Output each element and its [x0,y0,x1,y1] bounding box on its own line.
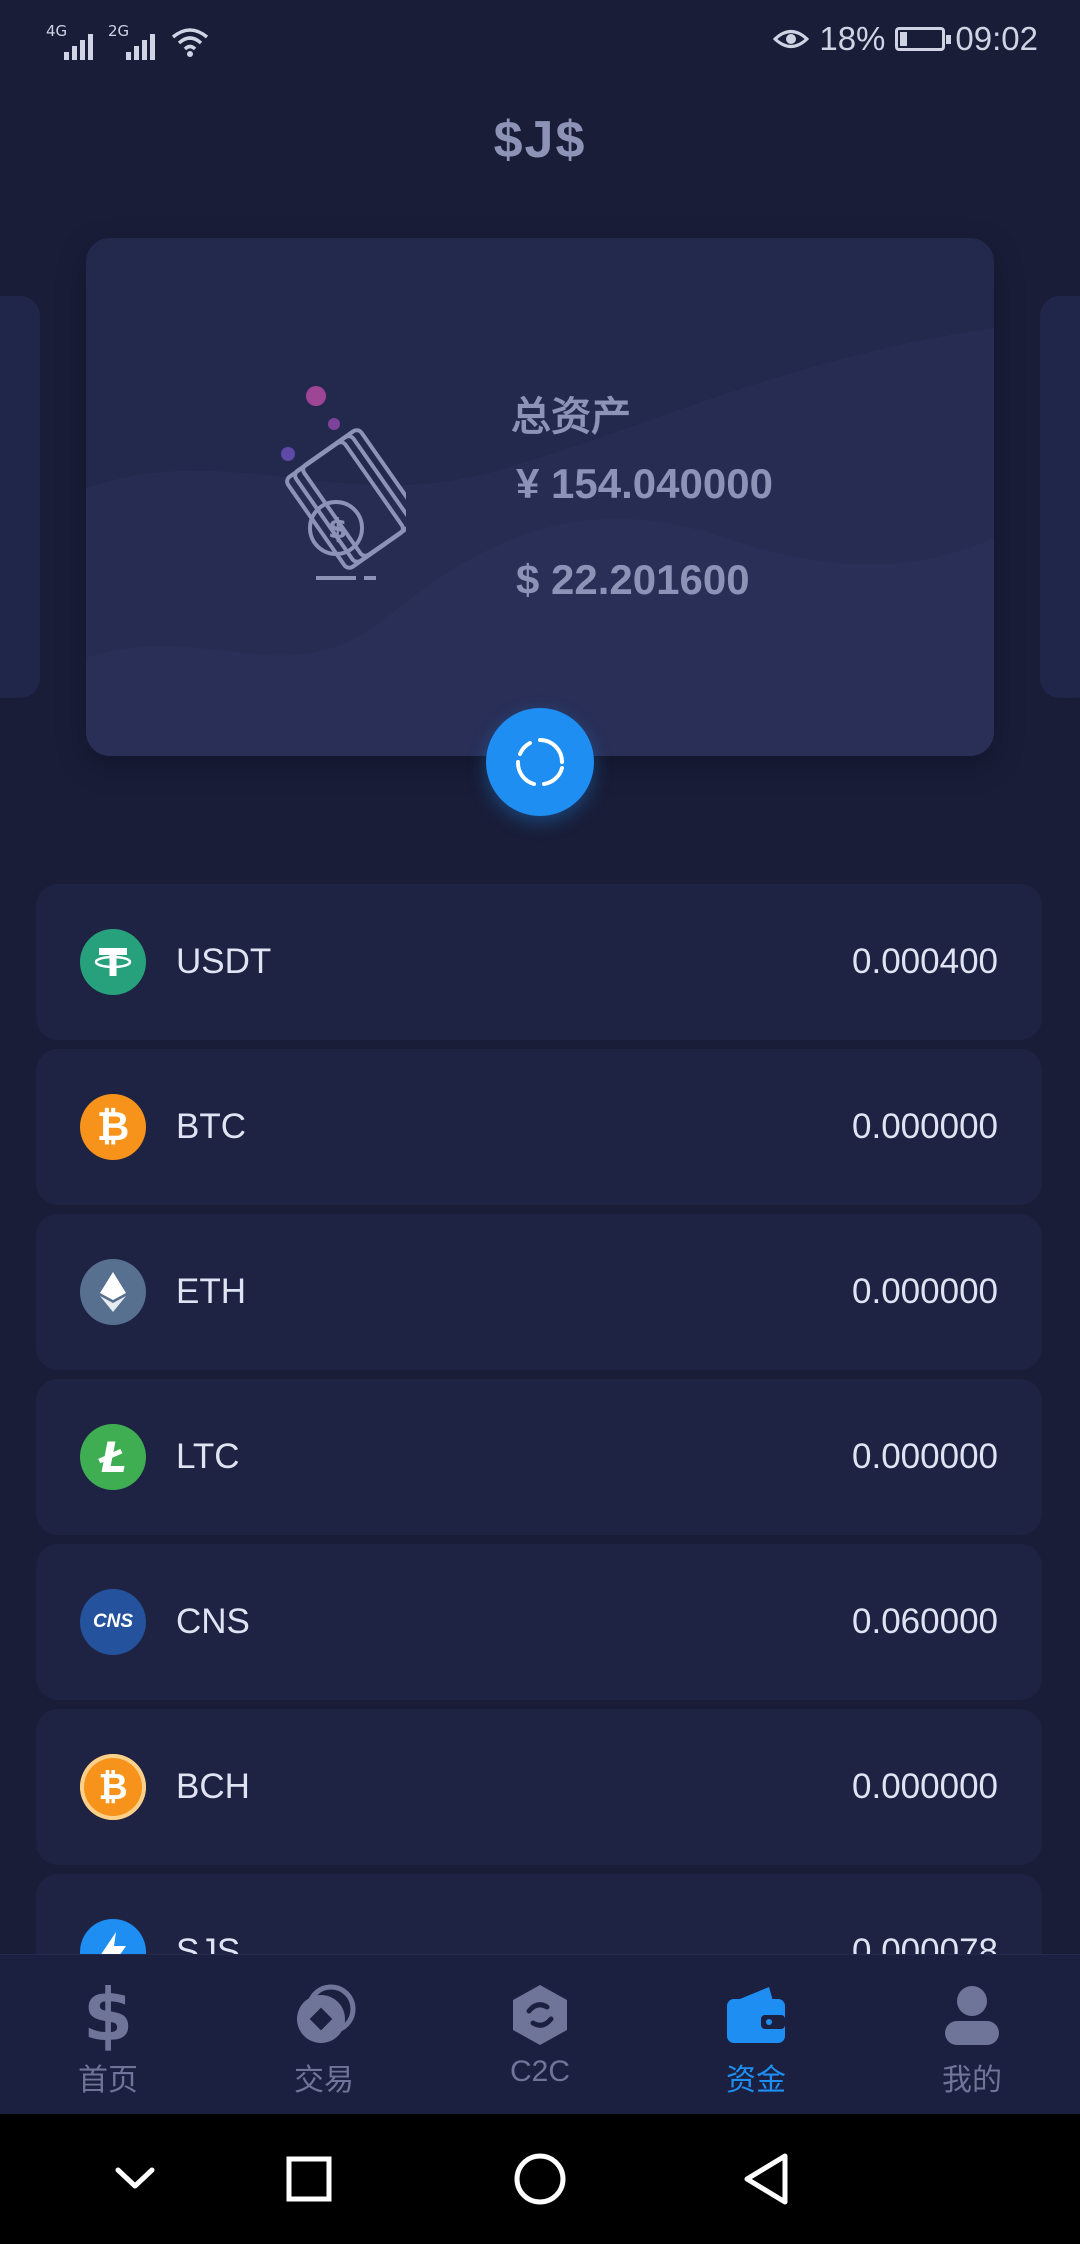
asset-balance: 0.000400 [852,942,998,981]
asset-row-eth[interactable]: ETH 0.000000 [36,1214,1042,1370]
total-assets-title: 总资产 [511,395,631,439]
system-nav-bar [0,2114,1080,2244]
bitcoin-cash-icon: ₿ [80,1754,146,1820]
status-bar: 4G 2G 18% 09:02 [0,0,1080,86]
wallet-illustration-icon: $ [281,386,406,580]
asset-name: LTC [176,1437,240,1476]
clock: 09:02 [955,20,1038,57]
ethereum-icon [80,1259,146,1325]
tether-icon [80,929,146,995]
cell-signal-icon: 4G [46,22,98,62]
tab-label: 资金 [726,2064,786,2097]
prev-card-peek[interactable] [0,296,40,698]
total-assets-card[interactable]: $ 总资产 ¥ 154.040000 $ 22.201600 [86,238,994,756]
dollar-icon: $ [82,1973,134,2057]
bottom-tab-bar: $ 首页 交易 C2C 资金 我的 [0,1954,1080,2115]
battery-percent: 18% [819,20,886,57]
refresh-button[interactable] [486,708,594,816]
home-circle-icon[interactable] [505,2144,575,2214]
next-card-peek[interactable] [1040,296,1080,698]
asset-balance: 0.000000 [852,1437,998,1476]
cell-signal-icon-2: 2G [108,22,160,62]
recent-apps-icon[interactable] [274,2144,344,2214]
tab-funds[interactable]: 资金 [648,1955,864,2115]
svg-text:$: $ [328,512,347,545]
c2c-icon [513,1985,567,2045]
asset-name: CNS [176,1602,250,1641]
asset-balance: 0.000078 [852,1932,998,1954]
asset-list[interactable]: USDT 0.000400 ₿ BTC 0.000000 ETH 0.00000… [36,884,1042,1954]
asset-name: ETH [176,1272,246,1311]
chevron-down-icon[interactable] [100,2144,170,2214]
asset-name: BCH [176,1767,250,1806]
trade-icon [297,1984,356,2043]
total-usd-value: $ 22.201600 [516,556,750,603]
bitcoin-icon: ₿ [80,1094,146,1160]
tab-label: 我的 [942,2064,1002,2097]
wifi-icon [171,28,209,57]
wallet-icon [727,1987,785,2043]
asset-row-btc[interactable]: ₿ BTC 0.000000 [36,1049,1042,1205]
status-right: 18% 09:02 [773,20,1038,58]
lightning-icon [80,1919,146,1954]
asset-row-cns[interactable]: CNS CNS 0.060000 [36,1544,1042,1700]
tab-trade[interactable]: 交易 [216,1955,432,2115]
user-icon [945,1986,999,2045]
tab-label: 交易 [294,2064,354,2097]
asset-name: BTC [176,1107,246,1146]
litecoin-icon: Ł [80,1424,146,1490]
tab-label: C2C [509,2055,570,2088]
cns-icon: CNS [80,1589,146,1655]
tab-mine[interactable]: 我的 [864,1955,1080,2115]
asset-row-sjs[interactable]: SJS 0.000078 [36,1874,1042,1954]
tab-label: 首页 [78,2064,138,2097]
signal-indicators: 4G 2G [46,22,210,62]
asset-row-usdt[interactable]: USDT 0.000400 [36,884,1042,1040]
asset-balance: 0.060000 [852,1602,998,1641]
refresh-icon [516,738,564,786]
asset-balance: 0.000000 [852,1107,998,1146]
tab-home[interactable]: $ 首页 [0,1955,216,2115]
battery-icon [895,27,952,51]
back-triangle-icon[interactable] [733,2144,803,2214]
eye-comfort-icon [773,30,810,48]
asset-name: SJS [176,1932,241,1954]
app-title: $J$ [493,111,587,169]
asset-balance: 0.000000 [852,1272,998,1311]
asset-row-bch[interactable]: ₿ BCH 0.000000 [36,1709,1042,1865]
asset-name: USDT [176,942,272,981]
asset-row-ltc[interactable]: Ł LTC 0.000000 [36,1379,1042,1535]
total-cny-value: ¥ 154.040000 [516,460,773,507]
asset-balance: 0.000000 [852,1767,998,1806]
tab-c2c[interactable]: C2C [432,1955,648,2115]
